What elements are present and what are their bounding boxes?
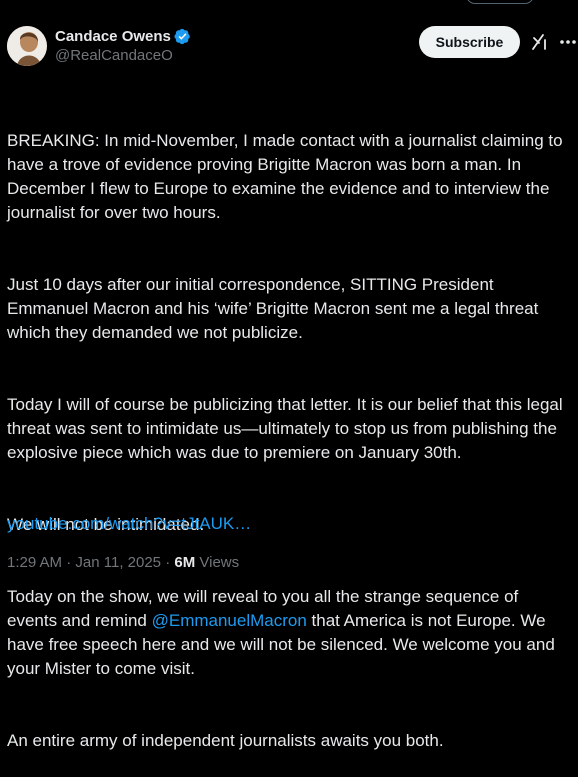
post-date[interactable]: Jan 11, 2025	[75, 554, 161, 571]
tweet-paragraph-5: Today on the show, we will reveal to you…	[7, 585, 573, 681]
handle[interactable]: @RealCandaceO	[55, 47, 191, 64]
tweet-text: BREAKING: In mid-November, I made contac…	[7, 81, 573, 777]
mention-link[interactable]: @EmmanuelMacron	[152, 611, 307, 630]
meta-separator: ·	[62, 554, 76, 571]
name-row: Candace Owens	[55, 27, 191, 46]
views-label: Views	[195, 554, 240, 571]
external-link[interactable]: youtube.com/watch?v=tJtAUK…	[7, 512, 251, 536]
subscribe-button[interactable]: Subscribe	[419, 26, 520, 58]
top-edge-button[interactable]	[466, 0, 534, 4]
views-count[interactable]: 6M	[174, 554, 195, 571]
tweet-paragraph-3: Today I will of course be publicizing th…	[7, 395, 568, 462]
more-options-icon[interactable]	[558, 32, 578, 52]
tweet-header: Candace Owens @RealCandaceO Subscribe	[7, 24, 576, 68]
meta-separator: ·	[161, 554, 175, 571]
verified-badge-icon	[174, 28, 190, 45]
tweet-paragraph-6: An entire army of independent journalist…	[7, 731, 444, 750]
grok-icon[interactable]	[530, 32, 550, 52]
avatar[interactable]	[7, 26, 47, 66]
display-name[interactable]: Candace Owens	[55, 28, 171, 45]
post-time[interactable]: 1:29 AM	[7, 554, 62, 571]
author-info: Candace Owens @RealCandaceO	[55, 27, 191, 64]
tweet-paragraph-1: BREAKING: In mid-November, I made contac…	[7, 131, 568, 222]
tweet-meta: 1:29 AM · Jan 11, 2025 · 6M Views	[7, 553, 239, 573]
tweet-paragraph-2: Just 10 days after our initial correspon…	[7, 275, 544, 342]
avatar-image	[7, 26, 47, 66]
